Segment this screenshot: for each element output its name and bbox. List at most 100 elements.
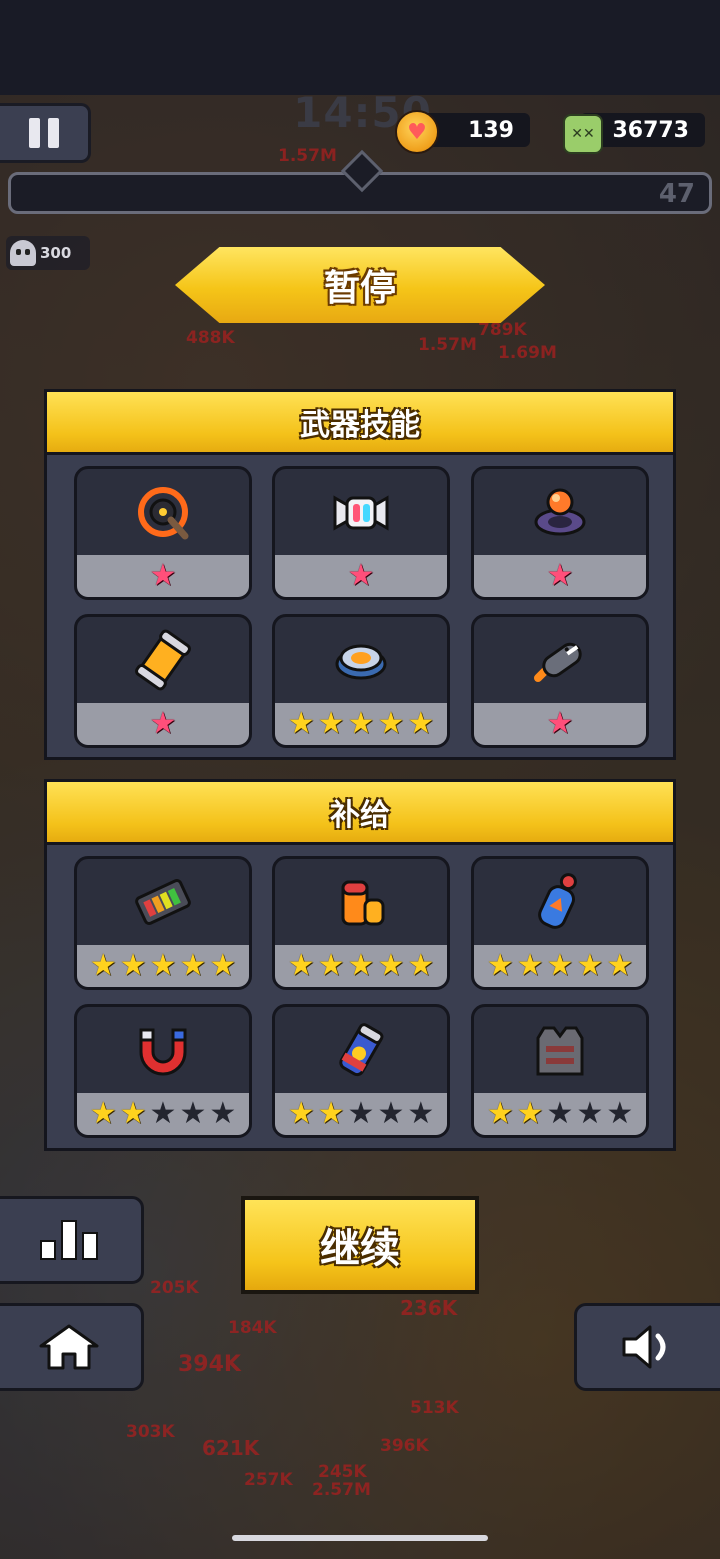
star-empty-icon: ★ [209, 1096, 237, 1131]
weapon-skill-card[interactable]: ★ [74, 614, 252, 748]
star-filled-icon: ★ [89, 948, 117, 983]
continue-button[interactable]: 继续 [241, 1196, 479, 1294]
weapon-skill-card[interactable]: ★ [272, 466, 450, 600]
fuel-can-icon [275, 859, 447, 945]
star-empty-icon: ★ [606, 1096, 634, 1131]
star-empty-icon: ★ [179, 1096, 207, 1131]
star-rating: ★ ★ ★ ★ ★ [275, 703, 447, 745]
damage-number: 396K [380, 1436, 429, 1456]
home-indicator[interactable] [232, 1535, 488, 1541]
damage-number: 184K [228, 1318, 277, 1338]
star-filled-icon: ★ [546, 706, 574, 741]
star-filled-icon: ★ [546, 948, 574, 983]
star-filled-icon: ★ [119, 948, 147, 983]
robot-drone-weapon-icon [275, 469, 447, 555]
star-filled-icon: ★ [516, 1096, 544, 1131]
star-filled-icon: ★ [209, 948, 237, 983]
energy-drink-icon [275, 1007, 447, 1093]
supply-item-card[interactable]: ★ ★ ★ ★ ★ [471, 1004, 649, 1138]
ghost-icon [10, 240, 36, 266]
damage-number: 621K [202, 1436, 260, 1460]
damage-number: 236K [400, 1296, 458, 1320]
star-filled-icon: ★ [606, 948, 634, 983]
star-empty-icon: ★ [149, 1096, 177, 1131]
canister-weapon-icon [77, 617, 249, 703]
star-rating: ★ [275, 555, 447, 597]
spray-bottle-icon [474, 859, 646, 945]
star-rating: ★ [474, 555, 646, 597]
star-rating: ★ [77, 703, 249, 745]
supply-item-card[interactable]: ★ ★ ★ ★ ★ [272, 1004, 450, 1138]
star-rating: ★ ★ ★ ★ ★ [275, 945, 447, 987]
home-icon [39, 1324, 99, 1370]
star-filled-icon: ★ [407, 948, 435, 983]
star-filled-icon: ★ [377, 706, 405, 741]
star-empty-icon: ★ [407, 1096, 435, 1131]
star-rating: ★ ★ ★ ★ ★ [474, 945, 646, 987]
pause-title: 暂停 [323, 268, 396, 309]
damage-number: 488K [186, 328, 235, 348]
damage-number: 2.57M [312, 1480, 371, 1500]
supply-item-card[interactable]: ★ ★ ★ ★ ★ [74, 1004, 252, 1138]
star-filled-icon: ★ [149, 706, 177, 741]
star-filled-icon: ★ [486, 948, 514, 983]
pause-title-banner: 暂停 [175, 247, 545, 323]
star-rating: ★ [474, 703, 646, 745]
orb-turret-weapon-icon [474, 469, 646, 555]
continue-label: 继续 [320, 1226, 400, 1272]
star-filled-icon: ★ [287, 706, 315, 741]
weapon-skill-card[interactable]: ★ ★ ★ ★ ★ [272, 614, 450, 748]
supply-item-card[interactable]: ★ ★ ★ ★ ★ [471, 856, 649, 990]
star-filled-icon: ★ [347, 558, 375, 593]
supply-title: 补给 [330, 798, 390, 833]
star-filled-icon: ★ [287, 948, 315, 983]
damage-number: 789K [478, 320, 527, 340]
weapon-skills-panel: 武器技能 ★ ★ ★ ★ ★ ★ ★ ★ ★ ★ [44, 389, 676, 760]
star-empty-icon: ★ [576, 1096, 604, 1131]
star-filled-icon: ★ [317, 1096, 345, 1131]
star-filled-icon: ★ [287, 1096, 315, 1131]
kill-value: 36773 [612, 117, 689, 143]
zombie-kill-icon: ✕✕ [563, 114, 603, 154]
weapon-skills-header: 武器技能 [47, 392, 673, 455]
shark-missile-weapon-icon [474, 617, 646, 703]
star-empty-icon: ★ [347, 1096, 375, 1131]
star-filled-icon: ★ [347, 706, 375, 741]
damage-number: 303K [126, 1422, 175, 1442]
star-filled-icon: ★ [546, 558, 574, 593]
ghost-counter: 300 [6, 236, 90, 270]
star-filled-icon: ★ [179, 948, 207, 983]
star-filled-icon: ★ [407, 706, 435, 741]
star-filled-icon: ★ [347, 948, 375, 983]
supply-panel: 补给 ★ ★ ★ ★ ★ ★ ★ ★ ★ ★ ★ ★ ★ ★ ★ ★ ★ ★ ★ ★ ★ ★ ★ ★ ★ ★ ★ ★ ★ ★ [44, 779, 676, 1151]
weapon-skill-card[interactable]: ★ [471, 614, 649, 748]
damage-number: 205K [150, 1278, 199, 1298]
stats-button[interactable] [0, 1196, 144, 1284]
pause-button[interactable] [0, 103, 91, 163]
star-filled-icon: ★ [119, 1096, 147, 1131]
player-level: 47 [658, 179, 695, 209]
damage-number: 1.57M [278, 146, 337, 166]
pause-icon [29, 118, 40, 148]
battery-pack-icon [77, 859, 249, 945]
damage-number: 1.57M [418, 335, 477, 355]
star-filled-icon: ★ [377, 948, 405, 983]
supply-item-card[interactable]: ★ ★ ★ ★ ★ [74, 856, 252, 990]
damage-number: 513K [410, 1398, 459, 1418]
weapon-skill-card[interactable]: ★ [471, 466, 649, 600]
home-button[interactable] [0, 1303, 144, 1391]
star-filled-icon: ★ [317, 706, 345, 741]
armor-vest-icon [474, 1007, 646, 1093]
heart-coin-icon: ♥ [395, 110, 439, 154]
star-filled-icon: ★ [149, 558, 177, 593]
sound-button[interactable] [574, 1303, 720, 1391]
hearts-value: 139 [468, 117, 514, 143]
star-empty-icon: ★ [546, 1096, 574, 1131]
supply-item-card[interactable]: ★ ★ ★ ★ ★ [272, 856, 450, 990]
star-rating: ★ ★ ★ ★ ★ [77, 1093, 249, 1135]
star-filled-icon: ★ [89, 1096, 117, 1131]
ghost-count-value: 300 [40, 244, 72, 262]
status-bar-area [0, 0, 720, 95]
weapon-skill-card[interactable]: ★ [74, 466, 252, 600]
magnet-icon [77, 1007, 249, 1093]
